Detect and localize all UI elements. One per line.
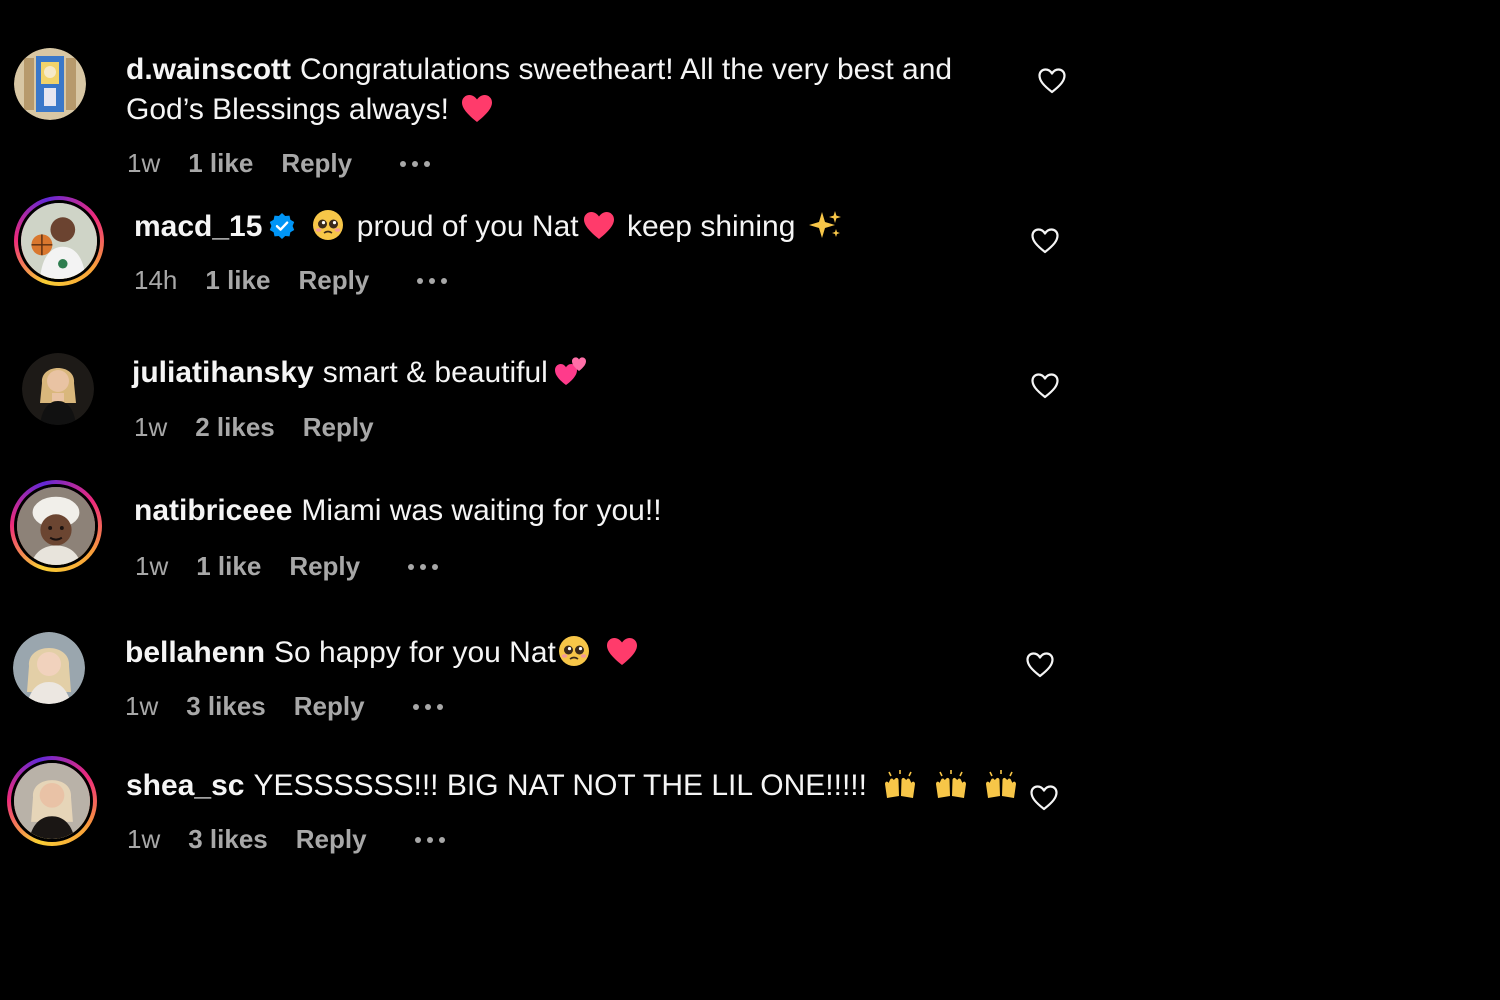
avatar[interactable]: [22, 353, 94, 425]
two-hearts-emoji-icon: [554, 355, 588, 387]
comment-username[interactable]: d.wainscott: [126, 53, 291, 86]
comment-body: macd_15 proud of you Nat keep shining: [134, 207, 846, 247]
comment-likes[interactable]: 1 like: [205, 265, 270, 296]
reply-button[interactable]: Reply: [289, 551, 360, 582]
comment-body: d.wainscott Congratulations sweetheart! A…: [126, 50, 1006, 130]
avatar[interactable]: [13, 632, 85, 704]
comment-meta: 1w 3 likes Reply: [125, 691, 443, 722]
comment-time: 1w: [135, 551, 169, 581]
like-heart-icon[interactable]: [1030, 371, 1060, 401]
like-heart-icon[interactable]: [1025, 650, 1055, 680]
avatar-image: [14, 763, 90, 839]
comment-username[interactable]: bellahenn: [125, 636, 265, 669]
comment-time: 1w: [127, 148, 161, 178]
like-heart-icon[interactable]: [1030, 226, 1060, 256]
avatar-image: [14, 48, 86, 120]
comment-time: 1w: [127, 824, 161, 854]
comment-text: So happy for you Nat: [274, 636, 556, 669]
avatar-image: [21, 203, 97, 279]
comment-meta: 1w 3 likes Reply: [127, 824, 445, 855]
reply-button[interactable]: Reply: [296, 824, 367, 855]
comment-body: juliatihansky smart & beautiful: [132, 353, 592, 393]
avatar-image: [22, 353, 94, 425]
comment-body: shea_sc YESSSSSS!!! BIG NAT NOT THE LIL O…: [126, 766, 1022, 806]
pleading-face-emoji-icon: [312, 209, 344, 241]
comment-username[interactable]: shea_sc: [126, 769, 244, 802]
avatar-image: [13, 632, 85, 704]
more-options-icon[interactable]: [412, 703, 443, 710]
more-options-icon[interactable]: [400, 160, 431, 167]
avatar[interactable]: [10, 480, 102, 572]
comment-meta: 1w 1 like Reply: [127, 148, 431, 179]
reply-button[interactable]: Reply: [298, 265, 369, 296]
comment-meta: 1w 2 likes Reply: [134, 412, 402, 443]
comment-likes[interactable]: 3 likes: [188, 824, 268, 855]
red-heart-emoji-icon: [583, 211, 615, 241]
reply-button[interactable]: Reply: [303, 412, 374, 443]
verified-badge-icon: [268, 211, 296, 239]
sparkles-emoji-icon: [808, 209, 842, 241]
more-options-icon[interactable]: [408, 563, 439, 570]
raising-hands-emoji-icon: [984, 770, 1018, 800]
like-heart-icon[interactable]: [1037, 66, 1067, 96]
avatar[interactable]: [14, 48, 86, 120]
comment-text: proud of you Nat: [356, 210, 579, 243]
comment-username[interactable]: juliatihansky: [132, 356, 314, 389]
avatar[interactable]: [7, 756, 97, 846]
raising-hands-emoji-icon: [883, 770, 917, 800]
reply-button[interactable]: Reply: [281, 148, 352, 179]
reply-button[interactable]: Reply: [294, 691, 365, 722]
comment-time: 14h: [134, 265, 178, 295]
red-heart-emoji-icon: [606, 637, 638, 667]
raising-hands-emoji-icon: [934, 770, 968, 800]
red-heart-emoji-icon: [461, 94, 493, 124]
comment-username[interactable]: natibriceee: [134, 494, 292, 527]
comment-likes[interactable]: 1 like: [188, 148, 253, 179]
comment-text: Miami was waiting for you!!: [301, 494, 662, 527]
comment-time: 1w: [134, 412, 168, 442]
comment-likes[interactable]: 1 like: [196, 551, 261, 582]
comment-time: 1w: [125, 691, 159, 721]
comment-text: smart & beautiful: [322, 356, 548, 389]
comment-text: YESSSSSS!!! BIG NAT NOT THE LIL ONE!!!!!: [253, 769, 867, 802]
avatar[interactable]: [14, 196, 104, 286]
pleading-face-emoji-icon: [558, 635, 590, 667]
comment-meta: 1w 1 like Reply: [135, 551, 439, 582]
avatar-image: [17, 487, 95, 565]
comment-likes[interactable]: 3 likes: [186, 691, 266, 722]
comment-username[interactable]: macd_15: [134, 210, 262, 243]
comment-meta: 14h 1 like Reply: [134, 265, 448, 296]
more-options-icon[interactable]: [417, 277, 448, 284]
more-options-icon[interactable]: [414, 836, 445, 843]
like-heart-icon[interactable]: [1029, 783, 1059, 813]
comment-body: natibriceee Miami was waiting for you!!: [134, 491, 662, 531]
comment-body: bellahenn So happy for you Nat: [125, 633, 642, 673]
comment-text-continued: keep shining: [626, 210, 796, 243]
comment-likes[interactable]: 2 likes: [195, 412, 275, 443]
